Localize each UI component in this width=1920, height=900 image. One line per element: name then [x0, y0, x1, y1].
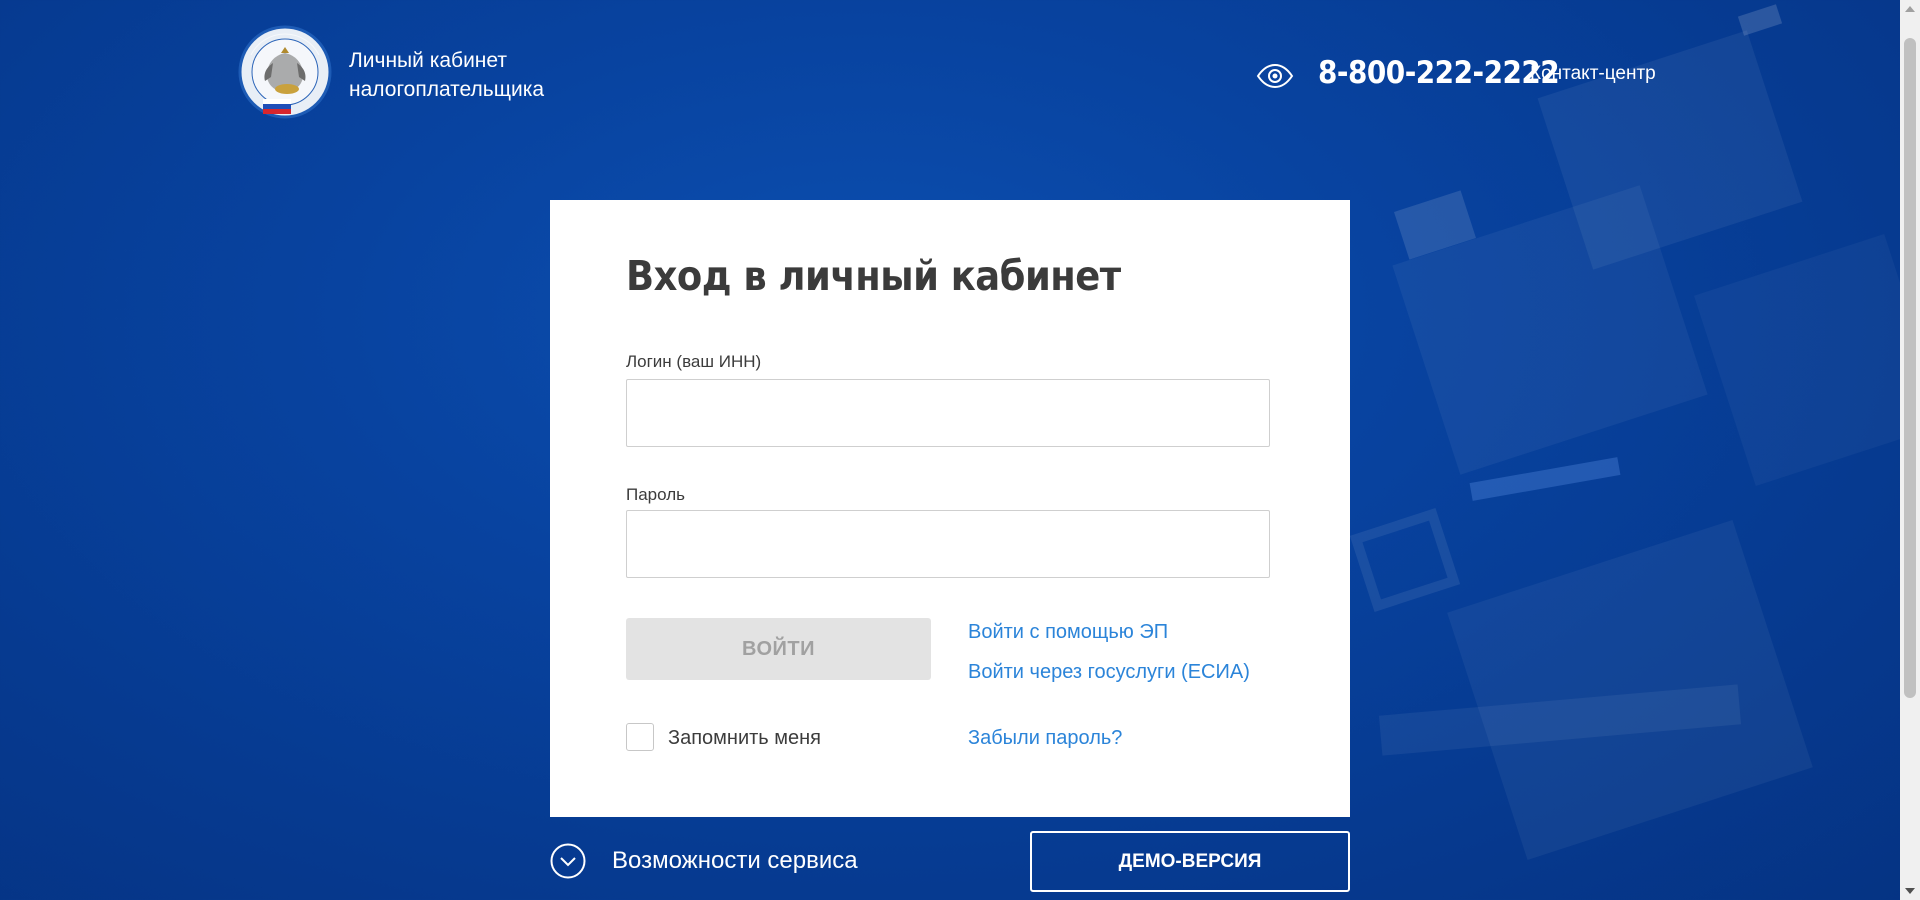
login-input[interactable] [626, 379, 1270, 447]
forgot-password-link[interactable]: Забыли пароль? [968, 727, 1122, 750]
login-button[interactable]: ВОЙТИ [626, 618, 931, 680]
page-title: Вход в личный кабинет [626, 252, 1121, 300]
features-link[interactable]: Возможности сервиса [612, 847, 858, 875]
login-label: Логин (ваш ИНН) [626, 352, 762, 371]
remember-checkbox[interactable] [626, 723, 654, 751]
password-label: Пароль [626, 485, 685, 504]
scroll-up-icon[interactable] [1905, 6, 1915, 12]
vertical-scrollbar[interactable] [1900, 0, 1920, 900]
scrollbar-thumb[interactable] [1904, 38, 1916, 698]
chevron-down-circle-icon[interactable] [550, 843, 586, 879]
login-card: Вход в личный кабинет Логин (ваш ИНН) Па… [550, 200, 1350, 817]
fns-emblem-icon[interactable] [237, 25, 333, 125]
scroll-down-icon[interactable] [1905, 888, 1915, 894]
brand-line-2: налогоплательщика [349, 78, 545, 101]
remember-label[interactable]: Запомнить меня [668, 727, 821, 750]
contact-center-link[interactable]: Контакт-центр [1530, 63, 1656, 85]
brand-line-1: Личный кабинет [349, 49, 507, 72]
eye-icon[interactable] [1256, 63, 1294, 89]
login-ep-link[interactable]: Войти с помощью ЭП [968, 621, 1168, 644]
demo-version-button[interactable]: ДЕМО-ВЕРСИЯ [1030, 831, 1350, 892]
login-esia-link[interactable]: Войти через госуслуги (ЕСИА) [968, 661, 1250, 684]
password-input[interactable] [626, 510, 1270, 578]
hotline-phone[interactable]: 8-800-222-2222 [1318, 55, 1560, 91]
brand-title[interactable]: Личный кабинет налогоплательщика [349, 46, 544, 104]
